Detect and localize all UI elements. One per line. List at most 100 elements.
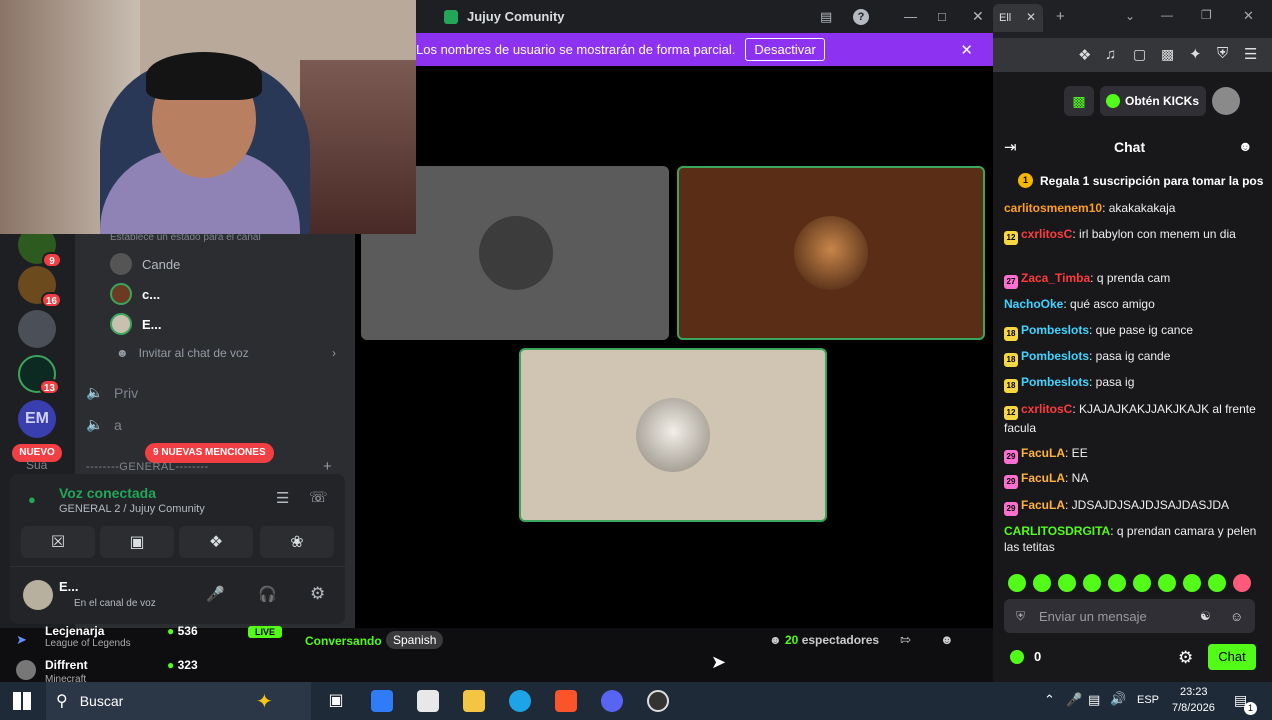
camera-toggle-button[interactable]: ☒ <box>21 526 95 558</box>
soundboard-button[interactable]: ❀ <box>260 526 334 558</box>
new-tab-icon[interactable]: + <box>1056 8 1065 25</box>
chevron-down-icon[interactable]: ⌄ <box>1125 9 1135 23</box>
language-tag[interactable]: Spanish <box>386 631 444 649</box>
chat-message[interactable]: 18 Pombeslots: pasa ig cande <box>1004 348 1264 367</box>
wallet-icon[interactable]: ▩ <box>1161 46 1174 63</box>
deactivate-button[interactable]: Desactivar <box>745 38 825 61</box>
minimize-icon[interactable]: — <box>904 9 917 24</box>
network-icon[interactable]: ▤ <box>1088 692 1100 708</box>
chat-username[interactable]: Pombeslots <box>1021 323 1089 337</box>
chat-username[interactable]: CARLITOSDRGITA <box>1004 524 1110 538</box>
chat-input[interactable]: ⛨ Enviar un mensaje ☯ ☺ <box>1004 599 1255 633</box>
emote-icon[interactable] <box>1233 574 1251 592</box>
recommended-name[interactable]: Lecjenarja <box>45 624 104 638</box>
clock-date[interactable]: 7/8/2026 <box>1172 702 1215 714</box>
task-view-icon[interactable]: ▣ <box>325 690 347 712</box>
shield-icon[interactable]: ⛨ <box>1217 45 1228 62</box>
chat-username[interactable]: FacuLA <box>1021 446 1065 460</box>
chat-message[interactable]: 29 FacuLA: EE <box>1004 445 1264 464</box>
chat-username[interactable]: Zaca_Timba <box>1021 271 1090 285</box>
kicks-balance[interactable]: 0 <box>1010 649 1041 664</box>
maximize-icon[interactable]: □ <box>938 9 946 24</box>
server-icon[interactable]: 16 <box>18 266 62 308</box>
ai-icon[interactable]: ✦ <box>1189 45 1202 63</box>
gear-icon[interactable]: ⚙ <box>1178 648 1193 668</box>
voice-channel-priv[interactable]: 🔈 Priv <box>86 384 138 401</box>
file-explorer-icon[interactable] <box>463 690 485 712</box>
restore-icon[interactable]: ❐ <box>1201 8 1212 22</box>
participant-tile-speaking[interactable] <box>677 166 985 340</box>
chat-message[interactable]: 18 Pombeslots: que pase ig cance <box>1004 322 1264 341</box>
emote-icon[interactable] <box>1133 574 1151 592</box>
chat-message[interactable]: NachoOke: qué asco amigo <box>1004 296 1264 312</box>
windows-start-icon[interactable] <box>13 692 31 710</box>
chat-message[interactable]: 12 cxrlitosC: KJAJAJKAKJJAKJKAJK al frent… <box>1004 401 1264 436</box>
emote-icon[interactable] <box>1033 574 1051 592</box>
pinned-gift-banner[interactable]: 1 Regala 1 suscripción para tomar la pos <box>1018 173 1272 188</box>
capcut-icon[interactable] <box>417 690 439 712</box>
chat-users-icon[interactable]: ☻ <box>1238 138 1253 154</box>
chat-username[interactable]: FacuLA <box>1021 498 1065 512</box>
extensions-icon[interactable]: ❖ <box>1078 46 1091 64</box>
minimize-icon[interactable]: — <box>1161 8 1173 22</box>
stream-category-link[interactable]: Conversando <box>305 634 382 648</box>
edge-icon[interactable] <box>509 690 531 712</box>
voice-user[interactable]: E... <box>110 311 162 337</box>
voice-channel-a[interactable]: 🔈 a <box>86 416 122 433</box>
chat-message[interactable]: CARLITOSDRGITA: q prendan camara y pelen… <box>1004 523 1264 555</box>
close-banner-icon[interactable]: ✕ <box>960 41 973 59</box>
close-icon[interactable]: ✕ <box>972 8 984 25</box>
chat-message[interactable]: 27 Zaca_Timba: q prenda cam <box>1004 270 1264 289</box>
volume-icon[interactable]: 🔊 <box>1110 691 1126 707</box>
chat-username[interactable]: Pombeslots <box>1021 375 1089 389</box>
language-indicator[interactable]: ESP <box>1137 694 1159 706</box>
channel-category[interactable]: --------GENERAL-------- <box>86 461 209 473</box>
chat-username[interactable]: carlitosmenem10 <box>1004 201 1102 215</box>
chat-message[interactable]: 29 FacuLA: NA <box>1004 470 1264 489</box>
translate-icon[interactable]: ☯ <box>1200 609 1211 623</box>
chat-message[interactable]: carlitosmenem10: akakakakaja <box>1004 200 1264 216</box>
share-icon[interactable]: ⇰ <box>900 632 911 648</box>
music-icon[interactable]: ♫ <box>1105 46 1116 63</box>
gear-icon[interactable]: ⚙ <box>310 584 325 604</box>
close-icon[interactable]: ✕ <box>1243 8 1254 24</box>
headphones-icon[interactable]: 🎧 <box>258 585 277 603</box>
inbox-icon[interactable]: ▤ <box>820 9 832 25</box>
collapse-chat-icon[interactable]: ⇥ <box>1004 138 1017 156</box>
chat-username[interactable]: cxrlitosC <box>1021 402 1072 416</box>
voice-status[interactable]: Voz conectada <box>59 485 156 501</box>
participant-tile-speaking[interactable] <box>519 348 827 522</box>
voice-location[interactable]: GENERAL 2 / Jujuy Comunity <box>59 503 205 515</box>
server-icon[interactable]: EM <box>18 400 56 438</box>
emoji-icon[interactable]: ☺ <box>1230 609 1243 624</box>
server-icon[interactable]: 13 <box>18 355 60 395</box>
new-mentions-pill[interactable]: 9 NUEVAS MENCIONES <box>145 443 274 463</box>
chat-message[interactable]: 29 FacuLA: JDSAJDJSAJDJSAJDASJDA <box>1004 497 1264 516</box>
chat-message[interactable]: 12 cxrlitosC: irl babylon con menem un di… <box>1004 226 1264 245</box>
follow-user-icon[interactable]: ☻ <box>940 632 954 647</box>
activities-button[interactable]: ❖ <box>179 526 253 558</box>
discord-icon[interactable] <box>601 690 623 712</box>
help-icon[interactable]: ? <box>853 8 869 25</box>
emote-icon[interactable] <box>1208 574 1226 592</box>
chevron-up-icon[interactable]: ⌃ <box>1044 692 1055 708</box>
store-icon[interactable] <box>371 690 393 712</box>
send-chat-button[interactable]: Chat <box>1208 644 1256 670</box>
emote-icon[interactable] <box>1108 574 1126 592</box>
voice-user[interactable]: Cande <box>110 251 180 277</box>
voice-user[interactable]: c... <box>110 281 160 307</box>
microphone-icon[interactable]: 🎤 <box>206 585 225 603</box>
get-kicks-button[interactable]: Obtén KICKs <box>1100 86 1206 116</box>
emote-icon[interactable] <box>1158 574 1176 592</box>
emote-icon[interactable] <box>1183 574 1201 592</box>
user-avatar[interactable] <box>23 580 53 610</box>
server-icon[interactable] <box>18 310 56 348</box>
close-tab-icon[interactable]: ✕ <box>1026 10 1036 24</box>
screen-share-button[interactable]: ▣ <box>100 526 174 558</box>
menu-icon[interactable]: ☰ <box>1244 45 1257 63</box>
sidebar-icon[interactable]: ▢ <box>1133 46 1146 63</box>
chat-username[interactable]: Pombeslots <box>1021 349 1089 363</box>
brave-icon[interactable] <box>555 690 577 712</box>
disconnect-icon[interactable]: ☏ <box>309 488 328 506</box>
microphone-icon[interactable]: 🎤 <box>1066 692 1082 708</box>
